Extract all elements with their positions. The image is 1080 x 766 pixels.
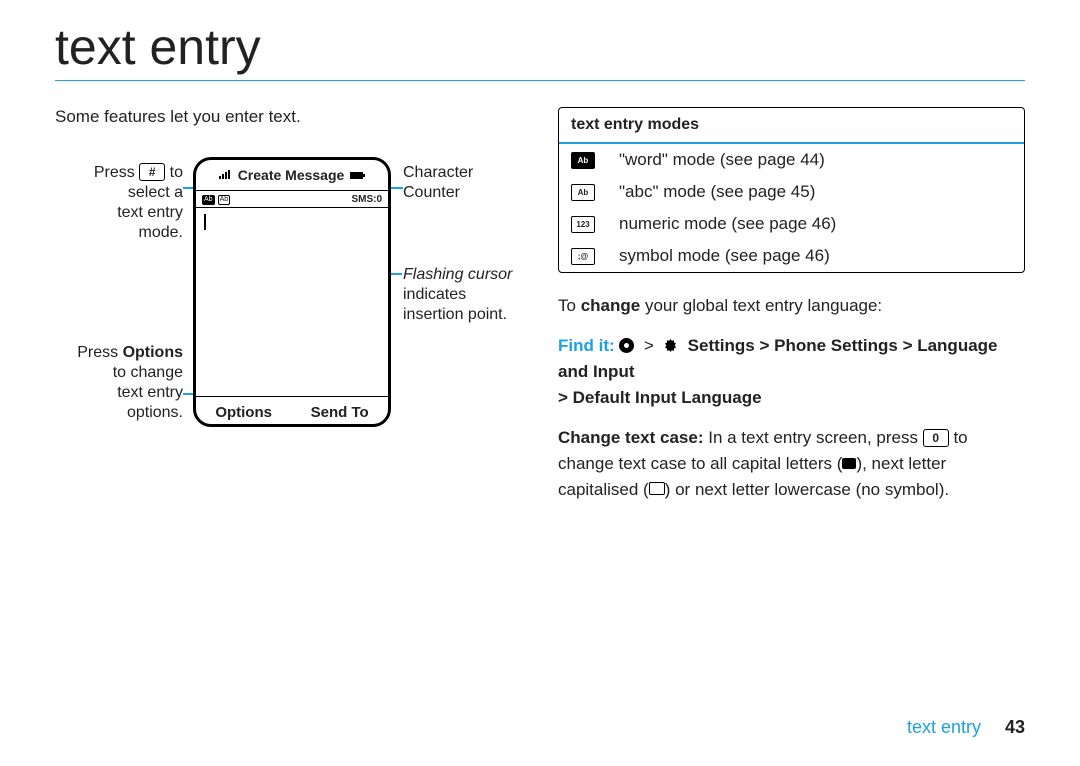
sms-counter: SMS:0 (351, 194, 382, 205)
mode-text: "abc" mode (see page 45) (619, 182, 815, 202)
footer-page-number: 43 (1005, 717, 1025, 737)
change-language-text: To change your global text entry languag… (558, 293, 1025, 319)
hash-key-icon: # (139, 163, 165, 181)
callout-counter: Character Counter (403, 163, 523, 203)
zero-key-icon: 0 (923, 429, 949, 447)
mode-chip-icon: Ab (218, 195, 231, 205)
callout-cursor: Flashing cursor indicates insertion poin… (403, 265, 543, 325)
title-rule (55, 80, 1025, 81)
softkey-right: Send To (311, 404, 369, 421)
phone-title: Create Message (238, 167, 345, 183)
phone-status-bar: Ab Ab SMS:0 (196, 191, 388, 208)
settings-icon (663, 335, 678, 350)
phone-diagram: Press # to select a text entry mode. Pre… (55, 145, 522, 455)
page-footer: text entry 43 (907, 717, 1025, 738)
footer-section: text entry (907, 717, 981, 737)
mode-text: symbol mode (see page 46) (619, 246, 830, 266)
callout-options: Press Options to change text entry optio… (55, 343, 183, 423)
battery-icon (350, 167, 366, 183)
mode-row: ;@ symbol mode (see page 46) (559, 240, 1024, 272)
modes-header: text entry modes (559, 108, 1024, 144)
page-title: text entry (55, 18, 1025, 76)
nav-center-icon (619, 338, 634, 353)
abc-mode-icon: Ab (571, 184, 595, 201)
cursor-icon (204, 214, 206, 230)
mode-chip-icon: Ab (202, 195, 215, 205)
callout-select-mode: Press # to select a text entry mode. (55, 163, 183, 243)
symbol-mode-icon: ;@ (571, 248, 595, 265)
phone-screen: Create Message Ab Ab SMS:0 (193, 157, 391, 427)
signal-icon (218, 167, 232, 183)
mode-row: Ab "abc" mode (see page 45) (559, 176, 1024, 208)
mode-row: Ab "word" mode (see page 44) (559, 144, 1024, 176)
change-case-text: Change text case: In a text entry screen… (558, 425, 1025, 503)
numeric-mode-icon: 123 (571, 216, 595, 233)
phone-text-area (196, 208, 388, 396)
phone-softkeys: Options Send To (196, 396, 388, 427)
allcaps-icon (842, 458, 856, 469)
phone-titlebar: Create Message (196, 160, 388, 191)
find-it-path: Find it: > Settings > Phone Settings > L… (558, 333, 1025, 411)
softkey-left: Options (215, 404, 272, 421)
modes-table: text entry modes Ab "word" mode (see pag… (558, 107, 1025, 273)
find-it-label: Find it: (558, 336, 615, 355)
intro-text: Some features let you enter text. (55, 107, 522, 127)
word-mode-icon: Ab (571, 152, 595, 169)
mode-text: numeric mode (see page 46) (619, 214, 836, 234)
mode-text: "word" mode (see page 44) (619, 150, 825, 170)
mode-row: 123 numeric mode (see page 46) (559, 208, 1024, 240)
capitalised-icon (649, 482, 665, 495)
